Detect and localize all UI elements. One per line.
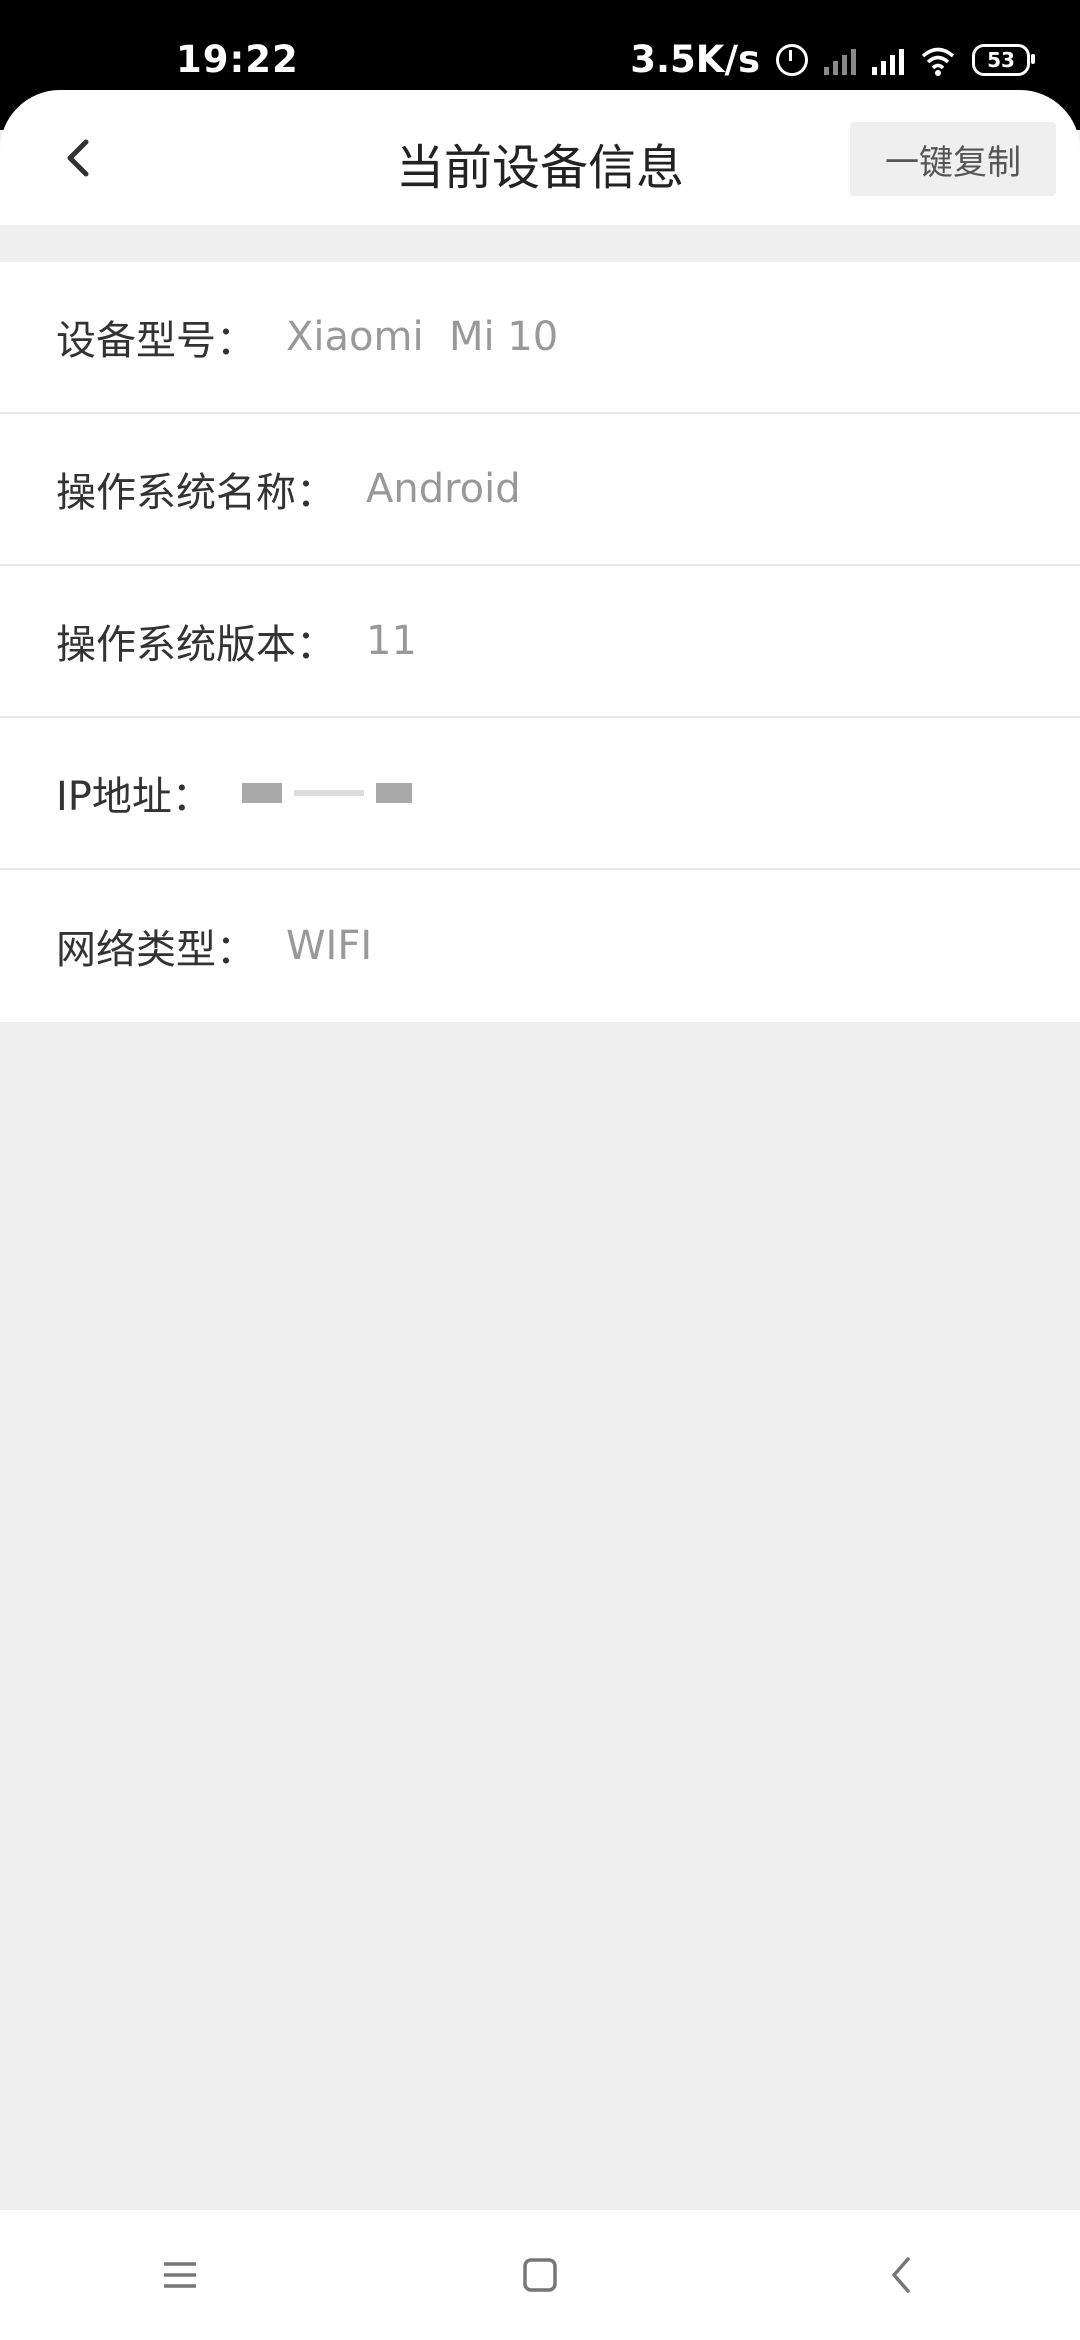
battery-level: 53 <box>987 47 1015 72</box>
ip-address-redacted <box>241 783 412 803</box>
back-chevron-icon <box>892 2257 910 2293</box>
signal-sim1-icon <box>824 45 856 75</box>
home-square-icon <box>523 2258 557 2292</box>
copy-all-button[interactable]: 一键复制 <box>850 122 1056 196</box>
net-speed: 3.5K/s <box>630 38 760 81</box>
device-info-list: 设备型号： Xiaomi Mi 10 操作系统名称： Android 操作系统版… <box>0 262 1080 1022</box>
info-row-device-model: 设备型号： Xiaomi Mi 10 <box>0 262 1080 414</box>
info-row-ip-address: IP地址： <box>0 718 1080 870</box>
info-label: 操作系统名称： <box>56 470 336 516</box>
status-time: 19:22 <box>176 38 299 81</box>
signal-sim2-icon <box>872 45 904 75</box>
info-value: 11 <box>366 618 417 664</box>
alarm-icon <box>776 43 808 76</box>
info-row-os-name: 操作系统名称： Android <box>0 414 1080 566</box>
info-label: 网络类型： <box>56 927 256 973</box>
info-label: IP地址： <box>56 774 212 820</box>
info-row-os-version: 操作系统版本： 11 <box>0 566 1080 718</box>
menu-icon <box>164 2262 196 2288</box>
info-value: Xiaomi Mi 10 <box>286 314 559 360</box>
nav-menu-button[interactable] <box>140 2235 220 2315</box>
nav-back-button[interactable] <box>860 2235 940 2315</box>
info-value: Android <box>366 466 521 512</box>
info-row-network-type: 网络类型： WIFI <box>0 870 1080 1022</box>
info-label: 操作系统版本： <box>56 622 336 668</box>
system-nav-bar <box>0 2210 1080 2340</box>
header: 当前设备信息 一键复制 <box>0 90 1080 225</box>
status-icons: 3.5K/s 53 <box>630 38 1035 81</box>
info-value: WIFI <box>286 923 373 969</box>
info-label: 设备型号： <box>56 318 256 364</box>
battery-icon: 53 <box>972 43 1035 76</box>
wifi-icon <box>921 47 955 76</box>
nav-home-button[interactable] <box>500 2235 580 2315</box>
